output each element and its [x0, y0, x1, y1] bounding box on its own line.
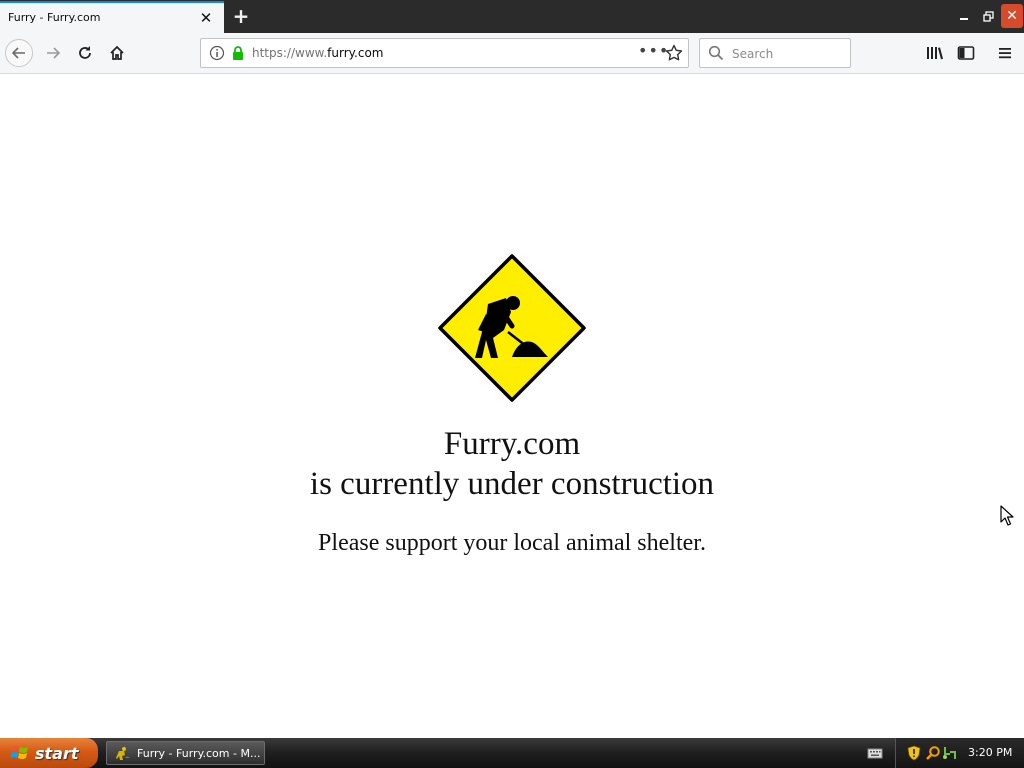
mouse-cursor-icon: [1000, 505, 1014, 526]
start-button[interactable]: start: [0, 738, 98, 768]
construction-sign-icon: [438, 254, 586, 402]
network-icon[interactable]: [942, 745, 958, 761]
search-icon: [708, 45, 724, 64]
taskbar-item-label: Furry - Furry.com - M...: [137, 746, 261, 760]
tab-strip: Furry - Furry.com ✕ + ✕: [0, 0, 1024, 33]
page-title: Furry.com: [443, 426, 581, 462]
keyboard-icon[interactable]: [867, 746, 883, 760]
tab-active[interactable]: Furry - Furry.com ✕: [0, 1, 224, 33]
reload-icon[interactable]: [71, 39, 99, 67]
home-icon[interactable]: [103, 39, 131, 67]
lock-icon[interactable]: [231, 45, 245, 64]
forward-arrow-icon[interactable]: [39, 39, 67, 67]
window-minimize-icon[interactable]: [954, 4, 974, 28]
tab-title: Furry - Furry.com: [8, 11, 101, 24]
sidebar-icon[interactable]: [952, 39, 980, 67]
search-icon[interactable]: [925, 745, 941, 761]
info-icon[interactable]: [209, 45, 225, 64]
tab-close-icon[interactable]: ✕: [198, 9, 214, 27]
window-close-icon[interactable]: ✕: [1001, 4, 1023, 28]
library-icon[interactable]: [921, 39, 949, 67]
shield-icon[interactable]: [907, 745, 921, 761]
window-restore-icon[interactable]: [978, 4, 998, 28]
page-subtitle: is currently under construction: [309, 466, 715, 502]
bookmark-star-icon[interactable]: [665, 44, 683, 65]
new-tab-icon[interactable]: +: [230, 4, 252, 28]
url-text[interactable]: https://www.furry.com: [252, 46, 384, 60]
system-tray: 3:20 PM: [895, 738, 1024, 768]
page-message: Please support your local animal shelter…: [318, 530, 706, 556]
start-label: start: [35, 743, 79, 763]
taskbar: start Furry - Furry.com - M... 3:20 PM: [0, 738, 1024, 768]
search-bar[interactable]: Search: [699, 38, 851, 68]
search-placeholder: Search: [732, 47, 774, 61]
clock: 3:20 PM: [968, 746, 1013, 759]
taskbar-item-firefox[interactable]: Furry - Furry.com - M...: [106, 741, 265, 765]
hamburger-menu-icon[interactable]: [991, 39, 1019, 67]
windows-logo-icon: [10, 746, 28, 759]
url-domain: furry.com: [327, 46, 384, 60]
url-prefix: https://www.: [252, 46, 328, 60]
url-bar[interactable]: https://www.furry.com •••: [200, 38, 689, 68]
page-content: Furry.com is currently under constructio…: [0, 74, 1024, 738]
navigation-toolbar: https://www.furry.com ••• Search: [0, 33, 1024, 74]
construction-worker-icon: [116, 747, 130, 760]
back-arrow-icon[interactable]: [5, 39, 33, 67]
